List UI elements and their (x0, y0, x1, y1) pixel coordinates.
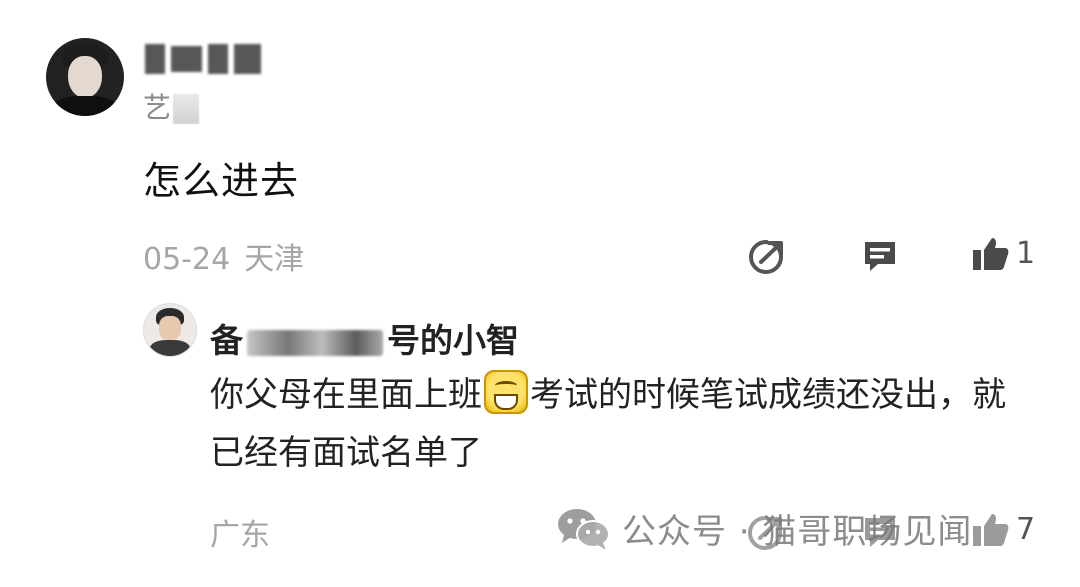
share-icon[interactable] (747, 236, 787, 276)
replier-name[interactable]: 备 号的小智 (210, 314, 519, 362)
thumbs-up-icon[interactable] (970, 234, 1010, 274)
commenter-tag-text: 艺 (143, 91, 172, 124)
watermark-text: 公众号 · 猫哥职场见闻 (622, 511, 973, 552)
watermark: 公众号 · 猫哥职场见闻 (556, 500, 972, 556)
like-count: 1 (1016, 236, 1036, 271)
reply-location: 广东 (210, 518, 270, 553)
commenter-tag: 艺 (143, 86, 200, 126)
grinning-emoji-icon (484, 370, 528, 414)
comment-text: 怎么进去 (143, 159, 300, 203)
thumbs-up-icon[interactable] (970, 510, 1010, 550)
commenter-name-redacted[interactable] (145, 40, 262, 78)
comment-meta: 05-24 天津 (143, 234, 304, 278)
comment-date: 05-24 (143, 242, 231, 277)
reply-text: 你父母在里面上班 考试的时候笔试成绩还没出，就已经有面试名单了 (210, 366, 1030, 482)
redacted-blur (247, 329, 383, 356)
like-count: 7 (1016, 512, 1036, 547)
commenter-avatar[interactable] (46, 38, 124, 116)
replier-avatar[interactable] (143, 303, 197, 357)
replier-name-suffix: 号的小智 (387, 321, 519, 360)
comment-location: 天津 (244, 242, 305, 277)
reply-text-part1: 你父母在里面上班 (210, 375, 482, 415)
wechat-icon (558, 509, 610, 550)
replier-name-prefix: 备 (210, 321, 243, 360)
reply-icon[interactable] (860, 236, 900, 276)
